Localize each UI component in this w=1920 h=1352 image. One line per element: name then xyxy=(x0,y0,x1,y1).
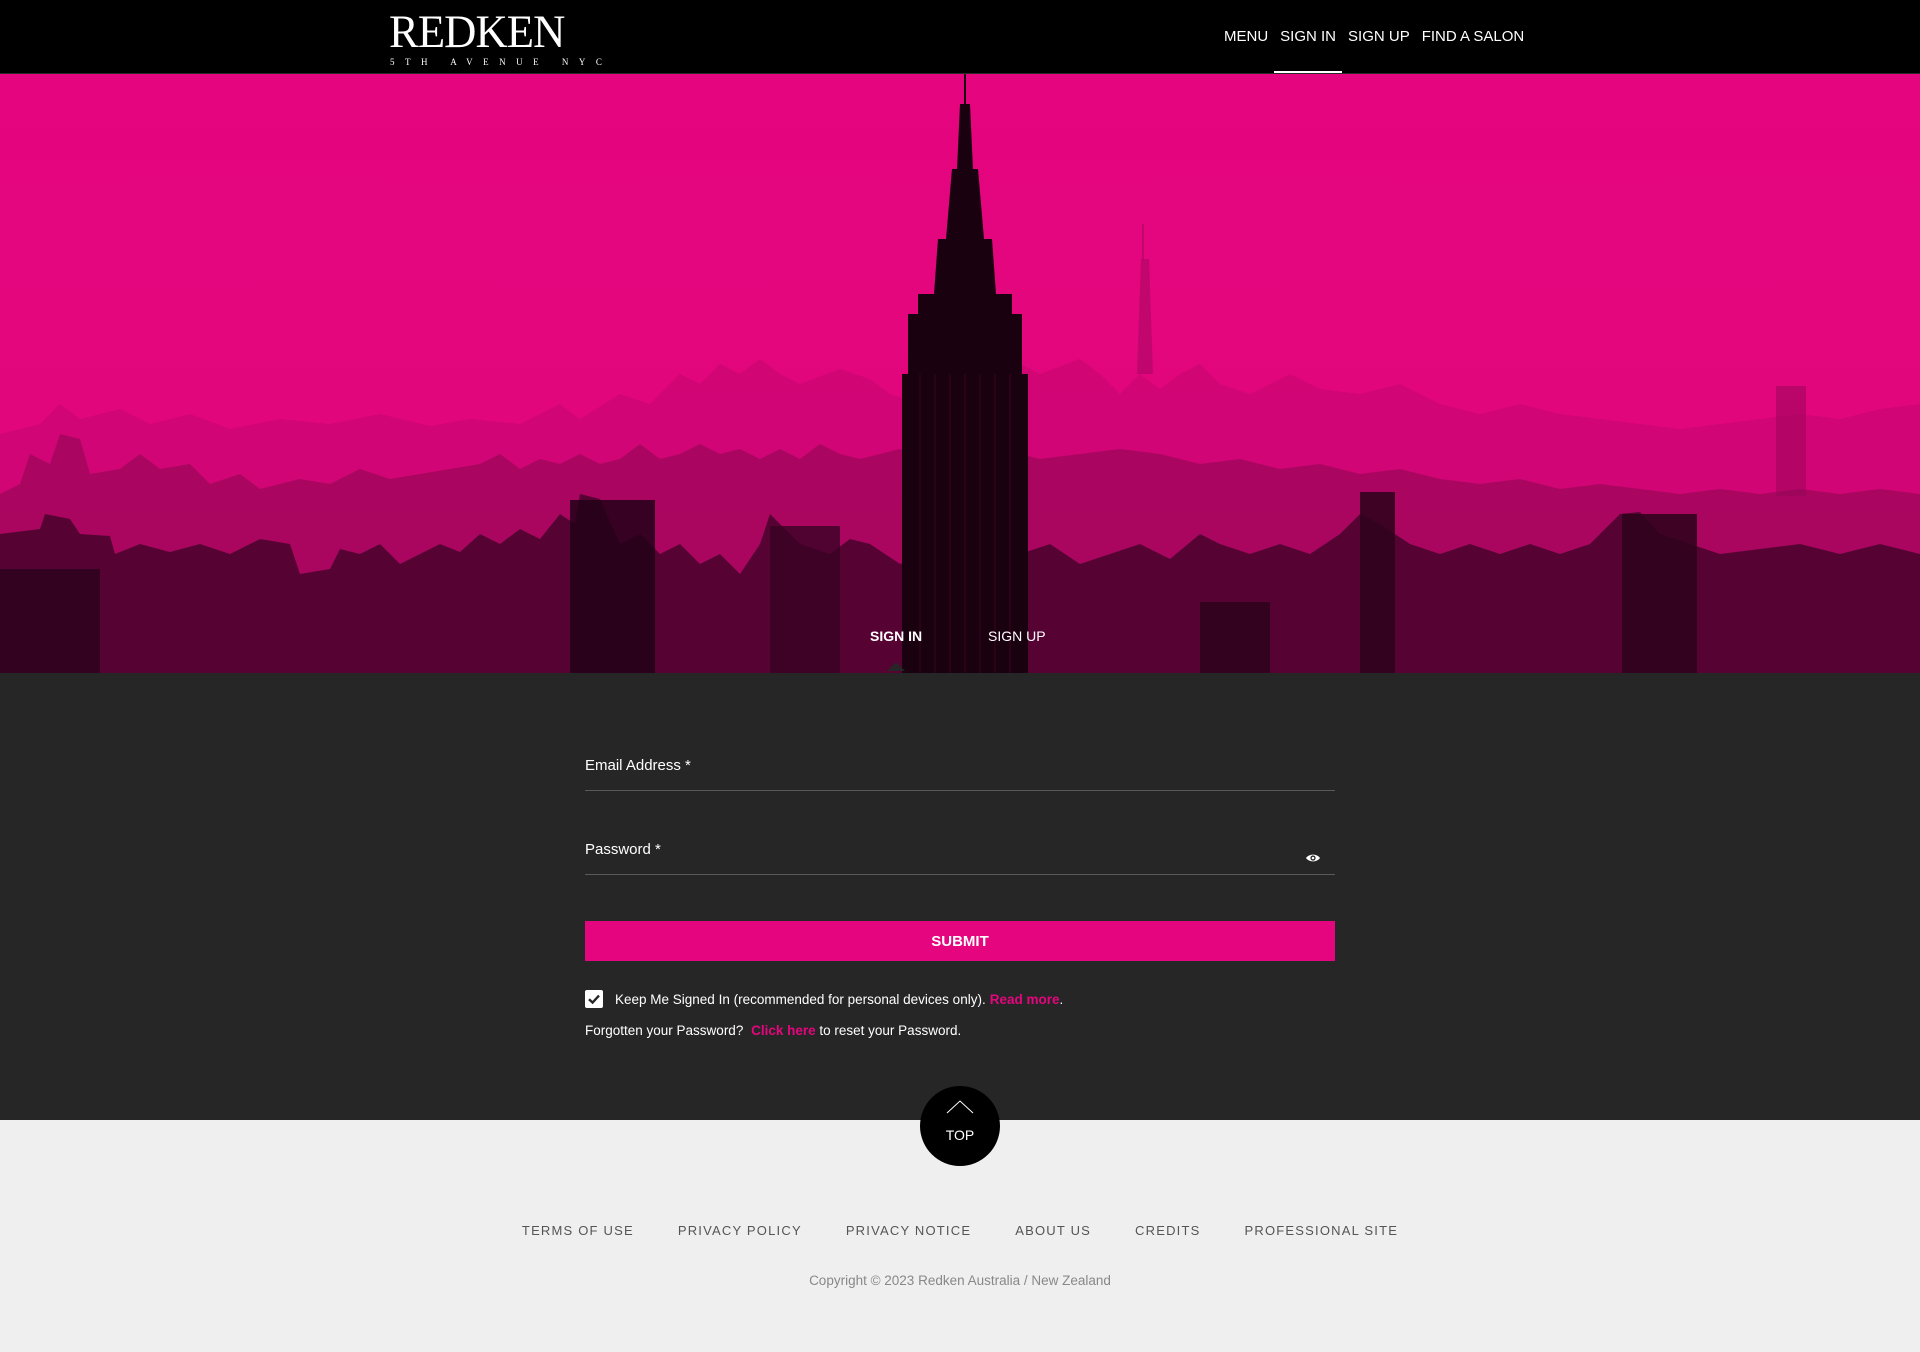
auth-tabs: SIGN IN SIGN UP xyxy=(0,74,1920,673)
nav-menu[interactable]: MENU xyxy=(1218,0,1274,73)
nav-sign-up[interactable]: SIGN UP xyxy=(1342,0,1416,73)
email-field[interactable]: Email Address * xyxy=(585,731,1335,791)
email-input[interactable] xyxy=(585,731,1335,790)
top-label: TOP xyxy=(945,1127,975,1143)
footer-link-credits[interactable]: CREDITS xyxy=(1135,1223,1200,1238)
read-more-link[interactable]: Read more xyxy=(990,992,1060,1007)
sign-in-form: Email Address * Password * SUBMIT Keep M… xyxy=(0,673,1920,1120)
footer-link-about-us[interactable]: ABOUT US xyxy=(1015,1223,1091,1238)
eye-icon[interactable] xyxy=(1305,852,1321,864)
main-nav: MENU SIGN IN SIGN UP FIND A SALON xyxy=(1218,0,1530,73)
keep-signed-in-text: Keep Me Signed In (recommended for perso… xyxy=(615,991,986,1007)
tab-sign-up[interactable]: SIGN UP xyxy=(988,628,1046,644)
password-input[interactable] xyxy=(585,815,1335,874)
footer-link-privacy-policy[interactable]: PRIVACY POLICY xyxy=(678,1223,802,1238)
redken-logo[interactable]: REDKEN 5TH AVENUE NYC xyxy=(389,8,612,67)
logo-wordmark: REDKEN xyxy=(389,6,565,58)
copyright-text: Copyright © 2023 Redken Australia / New … xyxy=(809,1273,1111,1288)
tab-sign-in[interactable]: SIGN IN xyxy=(870,628,922,671)
footer-link-terms[interactable]: TERMS OF USE xyxy=(522,1223,634,1238)
keep-signed-in-checkbox[interactable] xyxy=(585,990,603,1008)
logo-tagline: 5TH AVENUE NYC xyxy=(390,57,613,67)
nav-find-a-salon[interactable]: FIND A SALON xyxy=(1416,0,1531,73)
keep-signed-in-suffix: . xyxy=(1059,991,1064,1007)
site-header: REDKEN 5TH AVENUE NYC MENU SIGN IN SIGN … xyxy=(0,0,1920,74)
footer-links: TERMS OF USE PRIVACY POLICY PRIVACY NOTI… xyxy=(0,1223,1920,1238)
forgot-prefix-text: Forgotten your Password? xyxy=(585,1023,748,1038)
submit-button[interactable]: SUBMIT xyxy=(585,921,1335,961)
footer-link-professional-site[interactable]: PROFESSIONAL SITE xyxy=(1245,1223,1399,1238)
hero-banner: SIGN IN SIGN UP xyxy=(0,74,1920,673)
nav-sign-in[interactable]: SIGN IN xyxy=(1274,0,1342,73)
back-to-top-button[interactable]: TOP xyxy=(920,1086,1000,1166)
checkmark-icon xyxy=(588,994,600,1005)
forgot-suffix-text: to reset your Password. xyxy=(815,1023,962,1038)
reset-password-link[interactable]: Click here xyxy=(751,1023,816,1038)
chevron-up-icon xyxy=(946,1100,974,1114)
password-field[interactable]: Password * xyxy=(585,815,1335,875)
forgot-password-row: Forgotten your Password? Click here to r… xyxy=(585,1022,961,1040)
keep-signed-in-row: Keep Me Signed In (recommended for perso… xyxy=(585,989,1063,1009)
footer-link-privacy-notice[interactable]: PRIVACY NOTICE xyxy=(846,1223,971,1238)
